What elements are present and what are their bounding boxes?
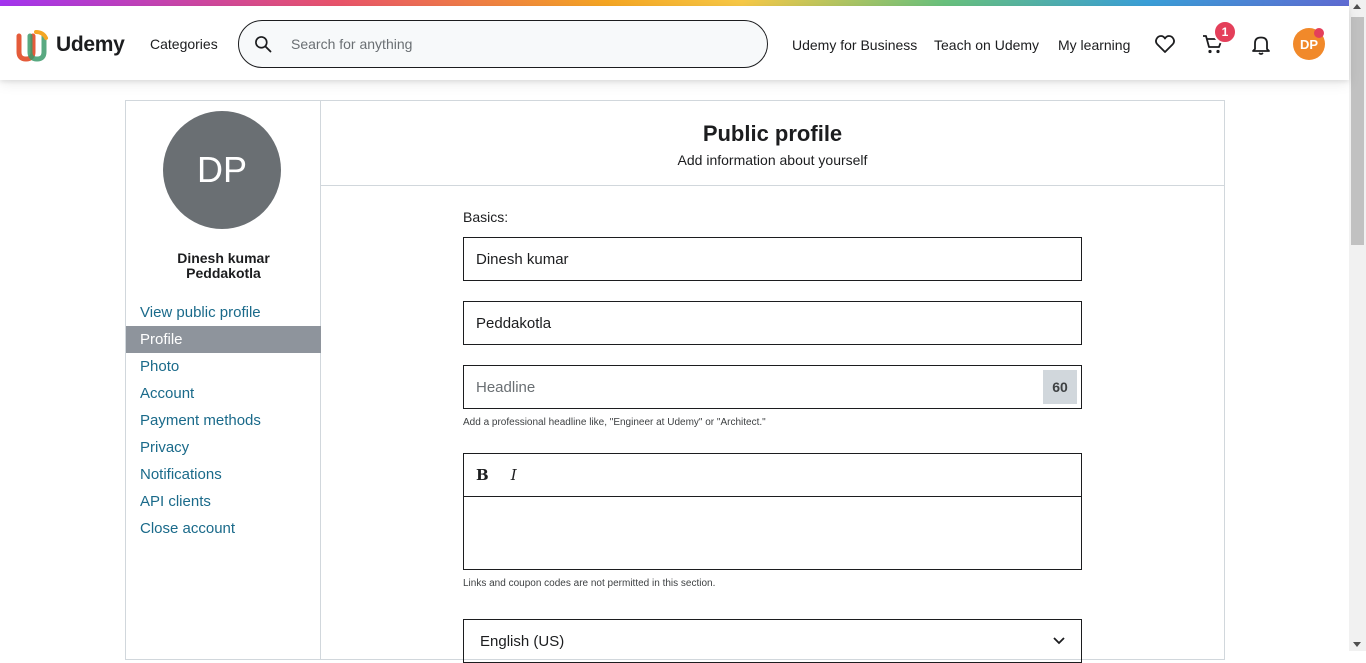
- menu-item-notifications[interactable]: Notifications: [126, 461, 321, 488]
- headline-hint: Add a professional headline like, "Engin…: [463, 417, 766, 428]
- last-name-field[interactable]: Peddakotla: [463, 301, 1082, 345]
- profile-menu: View public profile Profile Photo Accoun…: [126, 299, 321, 542]
- menu-item-view-public-profile[interactable]: View public profile: [126, 299, 321, 326]
- search-icon[interactable]: [253, 34, 273, 54]
- scrollbar-thumb[interactable]: [1351, 17, 1364, 245]
- avatar-notification-dot: [1314, 28, 1324, 38]
- first-name-field[interactable]: Dinesh kumar: [463, 237, 1082, 281]
- notifications-bell-icon[interactable]: [1249, 32, 1273, 56]
- editor-toolbar: B I: [464, 454, 1081, 497]
- cart-count-badge: 1: [1213, 20, 1237, 44]
- my-learning-link[interactable]: My learning: [1058, 37, 1130, 53]
- profile-sidebar: DP Dinesh kumar Peddakotla View public p…: [126, 101, 321, 659]
- search-bar[interactable]: [238, 20, 768, 68]
- logo-text: Udemy: [56, 33, 125, 56]
- menu-item-account[interactable]: Account: [126, 380, 321, 407]
- profile-main: Public profile Add information about you…: [321, 101, 1224, 663]
- menu-item-close-account[interactable]: Close account: [126, 515, 321, 542]
- user-first-name: Dinesh kumar: [177, 250, 270, 266]
- italic-button[interactable]: I: [511, 466, 517, 484]
- menu-item-api-clients[interactable]: API clients: [126, 488, 321, 515]
- bold-button[interactable]: B: [476, 466, 489, 484]
- headline-field[interactable]: Headline 60: [463, 365, 1082, 409]
- profile-container: DP Dinesh kumar Peddakotla View public p…: [125, 100, 1225, 663]
- scroll-up-arrow-icon[interactable]: [1353, 4, 1361, 9]
- basics-label: Basics:: [463, 209, 509, 225]
- search-input[interactable]: [291, 36, 731, 52]
- top-header: Udemy Categories Udemy for Business Teac…: [0, 6, 1349, 80]
- menu-item-photo[interactable]: Photo: [126, 353, 321, 380]
- profile-user-name: Dinesh kumar Peddakotla: [126, 251, 321, 281]
- wishlist-heart-icon[interactable]: [1153, 32, 1177, 56]
- profile-avatar: DP: [163, 111, 281, 229]
- page-subtitle: Add information about yourself: [677, 152, 868, 168]
- scroll-down-arrow-icon[interactable]: [1353, 642, 1361, 647]
- menu-item-profile[interactable]: Profile: [126, 326, 321, 353]
- language-select[interactable]: English (US): [463, 619, 1082, 663]
- profile-form: Basics: Dinesh kumar Peddakotla Headline…: [463, 209, 1083, 663]
- headline-char-counter: 60: [1043, 370, 1077, 404]
- udemy-for-business-link[interactable]: Udemy for Business: [792, 37, 917, 53]
- page-scrollbar[interactable]: [1349, 0, 1366, 651]
- biography-hint: Links and coupon codes are not permitted…: [463, 578, 716, 589]
- categories-link[interactable]: Categories: [150, 36, 218, 52]
- chevron-down-icon: [1053, 637, 1065, 645]
- teach-on-udemy-link[interactable]: Teach on Udemy: [934, 37, 1039, 53]
- language-value: English (US): [480, 632, 565, 650]
- udemy-logo[interactable]: Udemy: [16, 28, 125, 62]
- biography-editor[interactable]: B I: [463, 453, 1082, 570]
- headline-placeholder: Headline: [476, 378, 536, 396]
- profile-header: Public profile Add information about you…: [321, 101, 1224, 186]
- menu-item-privacy[interactable]: Privacy: [126, 434, 321, 461]
- udemy-logo-icon: [16, 30, 48, 62]
- menu-item-payment-methods[interactable]: Payment methods: [126, 407, 321, 434]
- page-title: Public profile: [702, 121, 843, 146]
- user-last-name: Peddakotla: [186, 265, 261, 281]
